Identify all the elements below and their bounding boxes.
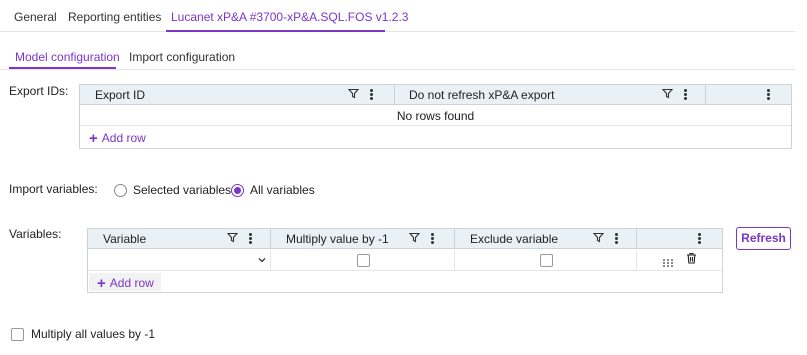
column-separator (270, 229, 271, 248)
add-row-button[interactable]: + Add row (89, 273, 161, 292)
column-separator (705, 85, 706, 104)
tab-reporting-entities[interactable]: Reporting entities (68, 10, 161, 24)
column-menu-icon[interactable] (249, 233, 252, 244)
column-menu-icon[interactable] (767, 89, 770, 100)
add-row-label: Add row (109, 276, 154, 290)
column-menu-icon[interactable] (698, 233, 701, 244)
empty-grid-message: No rows found (396, 109, 475, 123)
grid-divider (80, 125, 791, 126)
import-variables-label: Import variables: (9, 182, 98, 196)
trash-icon[interactable] (686, 252, 697, 267)
tab-model-configuration[interactable]: Model configuration (15, 50, 120, 64)
export-ids-grid: Export ID Do not refresh xP&A export No … (79, 84, 792, 149)
export-ids-grid-header: Export ID Do not refresh xP&A export (80, 85, 791, 105)
cell-separator (270, 250, 271, 271)
variables-grid-header: Variable Multiply value by -1 Exclude va… (88, 229, 722, 249)
column-header-export-id[interactable]: Export ID (95, 88, 145, 102)
tab-lucanet-xpa[interactable]: Lucanet xP&A #3700-xP&A.SQL.FOS v1.2.3 (171, 10, 408, 24)
table-row (88, 250, 722, 271)
variables-grid: Variable Multiply value by -1 Exclude va… (87, 228, 723, 293)
radio-all-variables[interactable] (231, 184, 244, 197)
column-menu-icon[interactable] (431, 233, 434, 244)
plus-icon: + (89, 130, 98, 147)
column-separator (636, 229, 637, 248)
filter-icon[interactable] (226, 232, 239, 247)
column-separator (454, 229, 455, 248)
column-menu-icon[interactable] (684, 89, 687, 100)
multiply-all-checkbox[interactable] (11, 328, 24, 341)
plus-icon: + (97, 275, 106, 292)
tab-import-configuration[interactable]: Import configuration (129, 50, 235, 64)
export-ids-label: Export IDs: (9, 84, 69, 98)
column-header-exclude[interactable]: Exclude variable (470, 232, 558, 246)
tab-general[interactable]: General (14, 10, 57, 24)
active-subtab-indicator (9, 67, 116, 69)
filter-icon[interactable] (592, 232, 605, 247)
add-row-button[interactable]: + Add row (89, 130, 146, 147)
drag-handle-icon[interactable] (663, 256, 673, 270)
cell-separator (636, 250, 637, 271)
column-menu-icon[interactable] (615, 233, 618, 244)
filter-icon[interactable] (347, 88, 360, 103)
radio-selected-variables[interactable] (114, 184, 127, 197)
active-tab-indicator (166, 30, 385, 32)
add-row-label: Add row (101, 131, 146, 145)
column-menu-icon[interactable] (370, 89, 373, 100)
main-tab-bar: General Reporting entities Lucanet xP&A … (0, 0, 795, 32)
refresh-button[interactable]: Refresh (736, 227, 791, 250)
radio-selected-variables-label[interactable]: Selected variables (133, 183, 231, 197)
filter-icon[interactable] (661, 88, 674, 103)
column-header-multiply[interactable]: Multiply value by -1 (286, 232, 389, 246)
column-header-do-not-refresh[interactable]: Do not refresh xP&A export (409, 88, 554, 102)
sub-tab-bar: Model configuration Import configuration (0, 42, 795, 70)
multiply-checkbox[interactable] (357, 254, 370, 267)
column-header-variable[interactable]: Variable (103, 232, 146, 246)
chevron-down-icon[interactable] (257, 254, 267, 268)
column-separator (394, 85, 395, 104)
filter-icon[interactable] (408, 232, 421, 247)
cell-separator (454, 250, 455, 271)
radio-all-variables-label[interactable]: All variables (250, 183, 315, 197)
exclude-checkbox[interactable] (540, 254, 553, 267)
multiply-all-label[interactable]: Multiply all values by -1 (31, 327, 155, 341)
variable-select[interactable] (88, 250, 270, 271)
variables-label: Variables: (9, 227, 62, 241)
